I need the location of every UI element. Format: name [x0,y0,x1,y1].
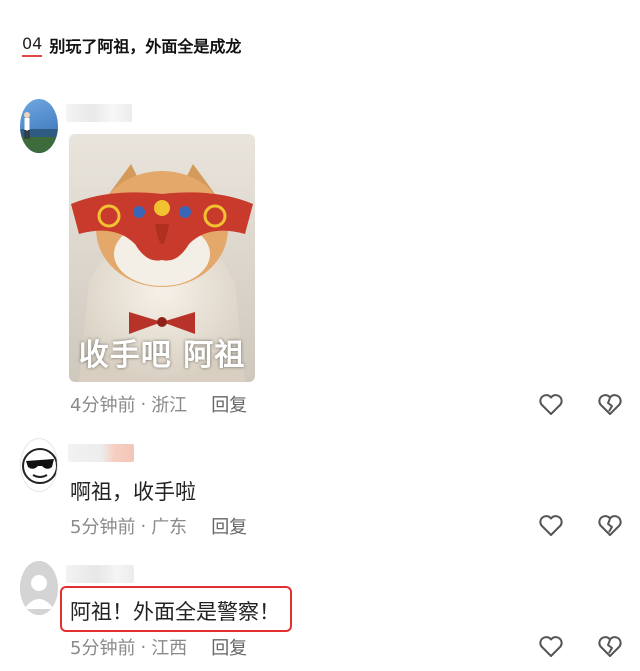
section-number: 04 [22,34,43,57]
username-blurred [66,104,132,122]
meta-separator: · [140,515,147,537]
reply-button[interactable]: 回复 [211,634,247,660]
like-heart-icon[interactable] [537,632,565,660]
avatar[interactable] [20,99,58,153]
username-blurred [66,565,134,583]
comment-meta: 5分钟前 · 江西 回复 [70,634,247,660]
like-heart-icon[interactable] [537,511,565,539]
section-header: 04 别玩了阿祖，外面全是成龙 [22,33,241,57]
comment-time: 5分钟前 [70,638,136,659]
avatar[interactable] [20,438,58,492]
meme-image[interactable]: 收手吧 阿祖 [69,134,255,382]
reply-button[interactable]: 回复 [211,391,247,417]
comment-location: 广东 [151,517,188,538]
comment-meta: 4分钟前 · 浙江 回复 [70,391,247,417]
highlight-box [60,586,292,632]
meta-separator: · [140,636,147,658]
comment-time: 4分钟前 [70,395,136,416]
dislike-broken-heart-icon[interactable] [596,632,624,660]
comment-text: 啊祖，收手啦 [70,480,196,504]
dislike-broken-heart-icon[interactable] [596,390,624,418]
username-blurred [68,444,134,462]
comment-meta: 5分钟前 · 广东 回复 [70,513,247,539]
comment-time: 5分钟前 [70,517,136,538]
dislike-broken-heart-icon[interactable] [596,511,624,539]
meta-separator: · [140,393,147,415]
avatar[interactable] [20,561,58,615]
section-title: 别玩了阿祖，外面全是成龙 [49,37,242,56]
meme-caption: 收手吧 阿祖 [78,338,246,373]
comment-location: 浙江 [151,395,188,416]
comment-location: 江西 [151,638,188,659]
like-heart-icon[interactable] [537,390,565,418]
reply-button[interactable]: 回复 [211,513,247,539]
